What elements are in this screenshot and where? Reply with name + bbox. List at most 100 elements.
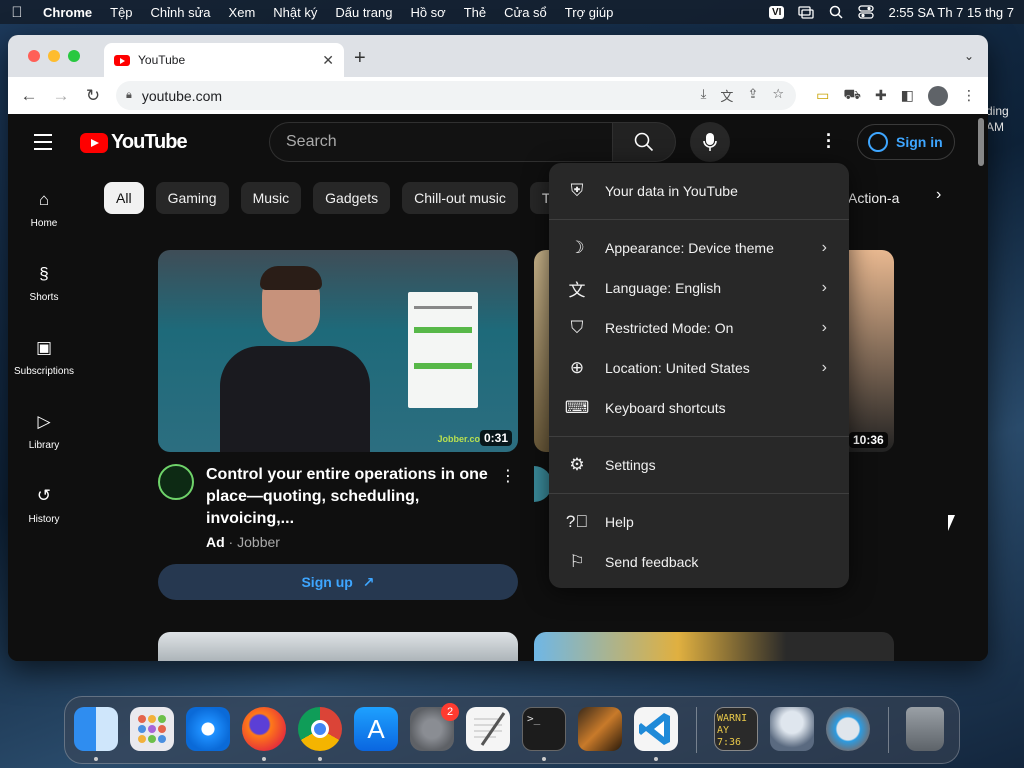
terminal-running-dot [542,757,546,761]
new-tab-button[interactable]: + [354,47,366,70]
video-thumbnail-3-partial[interactable] [848,250,894,452]
quicktime-icon[interactable] [826,707,870,751]
sidebar-item-library[interactable]: ▷ Library [8,392,80,466]
chip-action-partial[interactable]: Action-a [848,190,899,206]
sign-in-button[interactable]: Sign in [857,124,955,160]
input-source-indicator[interactable]: VI [769,5,785,19]
menu-item-help[interactable]: ?⃝ Help [549,502,849,542]
tab-youtube[interactable]: YouTube ✕ [104,43,344,77]
video-thumbnail-row2-1[interactable] [158,632,518,661]
page-scrollbar[interactable] [978,118,984,166]
menu-item-settings[interactable]: ⚙ Settings [549,445,849,485]
menu-item-send-feedback[interactable]: ⚐ Send feedback [549,542,849,582]
extensions-puzzle-icon[interactable]: ✚ [875,87,887,104]
search-input[interactable]: Search [269,122,612,162]
menu-divider [549,493,849,494]
trash-icon[interactable] [906,707,944,751]
sign-up-button[interactable]: Sign up ↗ [158,564,518,600]
sidebar-item-shorts[interactable]: § Shorts [8,244,80,318]
menu-help[interactable]: Trợ giúp [556,5,623,20]
video-more-icon[interactable]: ⋮ [500,466,516,486]
translate-icon[interactable]: 文 [720,86,733,105]
menu-item-restricted-mode[interactable]: ⛉ Restricted Mode: On › [549,308,849,348]
menu-app-chrome[interactable]: Chrome [34,5,101,20]
menu-bookmarks[interactable]: Dấu trang [326,5,401,20]
lock-icon[interactable]: 🔒︎ [126,89,132,102]
minimize-window-button[interactable] [48,50,60,62]
tab-close-icon[interactable]: ✕ [322,52,334,69]
textedit-icon[interactable] [466,707,510,751]
install-app-icon[interactable]: ⤓ [701,86,707,105]
filter-chips: All Gaming Music Gadgets Chill-out music… [104,182,563,214]
safari-icon[interactable] [186,707,230,751]
chip-music[interactable]: Music [240,182,302,214]
dock-separator [696,707,697,753]
profile-avatar[interactable] [928,85,948,106]
screen-mirroring-icon[interactable] [798,5,815,19]
menu-item-location[interactable]: ⊕ Location: United States › [549,348,849,388]
apple-menu-icon[interactable]:  [0,4,34,21]
video-thumbnail-row2-2[interactable] [534,632,894,661]
menu-bar-clock[interactable]: 2:55 SA Th 7 15 thg 7 [888,5,1014,20]
sidebar-item-subscriptions[interactable]: ▣ Subscriptions [8,318,80,392]
vscode-icon[interactable] [634,707,678,751]
history-icon: ↺ [36,486,52,505]
menu-history[interactable]: Nhật ký [264,5,326,20]
chip-chill-out-music[interactable]: Chill-out music [402,182,518,214]
chip-gaming[interactable]: Gaming [155,182,229,214]
console-icon[interactable]: WARNI AY 7:36 [714,707,758,751]
search-button[interactable] [612,122,676,162]
menu-item-keyboard-shortcuts[interactable]: ⌨ Keyboard shortcuts [549,388,849,428]
channel-avatar[interactable] [158,464,194,500]
menu-edit[interactable]: Chỉnh sửa [142,5,220,20]
close-window-button[interactable] [28,50,40,62]
share-icon[interactable]: ⇪ [747,86,758,105]
spotlight-search-icon[interactable] [828,5,844,19]
thumbnail-phone-mockup [408,292,478,408]
control-center-icon[interactable] [858,5,875,19]
menu-window[interactable]: Cửa sổ [495,5,556,20]
menu-tab[interactable]: Thẻ [455,5,495,20]
chrome-menu-icon[interactable]: ⋮ [962,87,976,104]
channel-name[interactable]: Jobber [237,534,280,550]
menu-item-appearance[interactable]: ☽ Appearance: Device theme › [549,228,849,268]
zoom-window-button[interactable] [68,50,80,62]
chevron-right-icon: › [821,239,827,256]
menu-label-your-data: Your data in YouTube [605,183,738,199]
cast-extension-icon[interactable]: ▭ [816,87,829,104]
reload-button[interactable]: ↻ [82,86,104,106]
app-store-icon[interactable]: A [354,707,398,751]
chips-next-chevron-icon[interactable]: › [936,186,941,204]
menu-item-language[interactable]: 文 Language: English › [549,268,849,308]
sidebar-item-history[interactable]: ↺ History [8,466,80,540]
back-button[interactable]: ← [18,86,40,106]
sidebar-item-home[interactable]: ⌂ Home [8,170,80,244]
chip-gadgets[interactable]: Gadgets [313,182,391,214]
launchpad-icon[interactable] [130,707,174,751]
bookmark-star-icon[interactable]: ☆ [772,86,784,105]
menu-file[interactable]: Tệp [101,5,141,20]
automator-icon[interactable] [770,707,814,751]
finder-icon[interactable] [74,707,118,751]
chip-all[interactable]: All [104,182,144,214]
video-thumbnail[interactable]: Jobber.co 0:31 [158,250,518,452]
side-panel-icon[interactable]: ◧ [901,87,914,104]
menu-profiles[interactable]: Hồ sơ [401,5,454,20]
menu-item-your-data[interactable]: ⛨ Your data in YouTube [549,171,849,211]
firefox-icon[interactable] [242,707,286,751]
chrome-icon[interactable] [298,707,342,751]
settings-kebab-icon[interactable]: · · · [820,126,838,156]
guide-menu-icon[interactable] [34,134,52,155]
terminal-icon[interactable]: >_ [522,707,566,751]
video-card-ad[interactable]: Jobber.co 0:31 Control your entire opera… [158,250,518,600]
youtube-logo[interactable]: YouTube [80,131,188,154]
video-title[interactable]: Control your entire operations in one pl… [206,464,496,530]
address-bar[interactable]: 🔒︎ youtube.com ⤓ 文 ⇪ ☆ [116,81,796,110]
tab-search-chevron-icon[interactable]: ⌄ [964,49,974,63]
reader-extension-icon[interactable]: ⛟ [843,86,861,105]
voice-search-button[interactable] [690,122,730,162]
menu-view[interactable]: Xem [220,5,265,20]
forward-button[interactable]: → [50,86,72,106]
garageband-icon[interactable] [578,707,622,751]
url-text[interactable]: youtube.com [142,88,222,104]
